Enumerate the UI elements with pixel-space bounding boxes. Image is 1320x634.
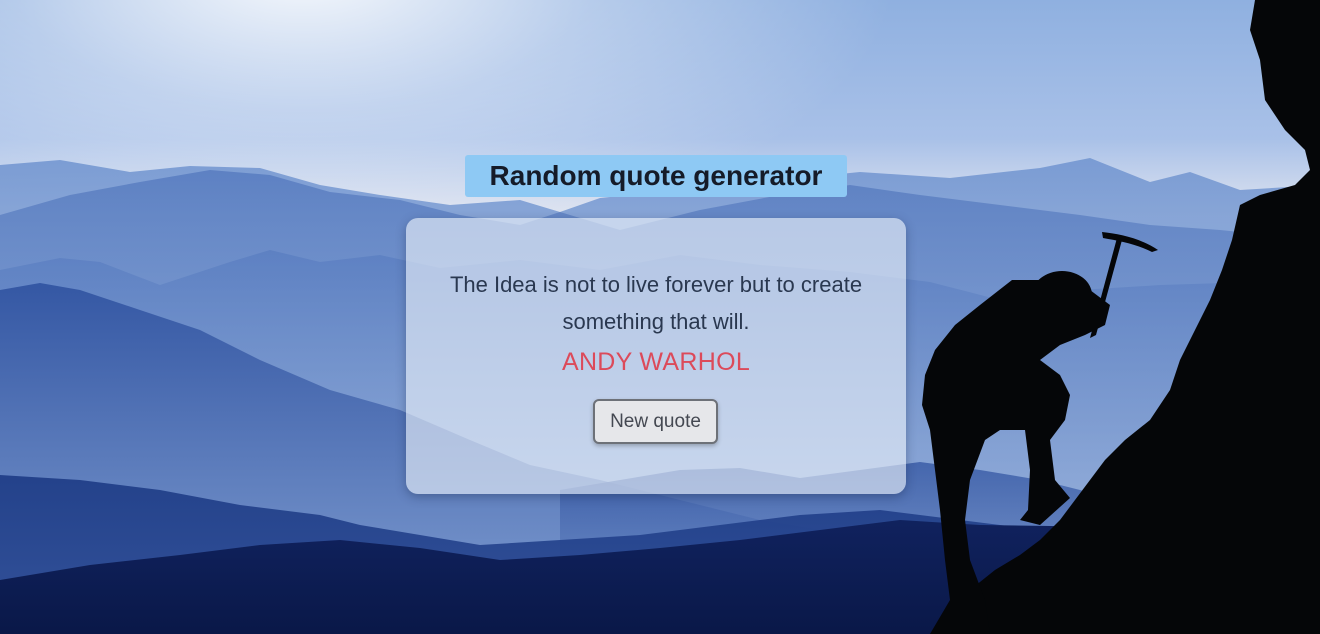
quote-card: The Idea is not to live forever but to c… (406, 218, 906, 494)
new-quote-button[interactable]: New quote (593, 399, 718, 444)
quote-author: ANDY WARHOL (561, 348, 751, 376)
quote-text: The Idea is not to live forever but to c… (449, 272, 863, 334)
page-title: Random quote generator (465, 155, 847, 197)
